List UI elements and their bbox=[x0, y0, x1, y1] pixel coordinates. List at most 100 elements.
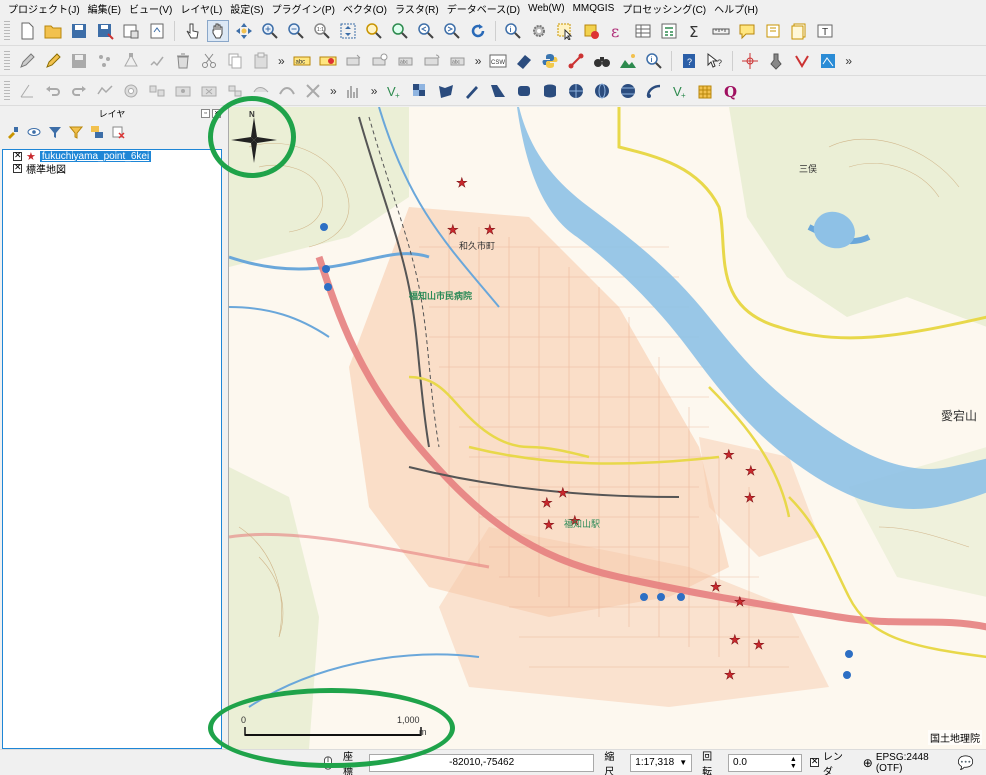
current-edits-button[interactable] bbox=[16, 50, 38, 72]
copy-features-button[interactable] bbox=[224, 50, 246, 72]
zoom-next-button[interactable] bbox=[441, 20, 463, 42]
refresh-button[interactable] bbox=[467, 20, 489, 42]
reshape-button[interactable] bbox=[250, 80, 272, 102]
rotate-label-button[interactable] bbox=[421, 50, 443, 72]
change-label-button[interactable]: abc bbox=[447, 50, 469, 72]
zoom-to-layer-button[interactable] bbox=[389, 20, 411, 42]
crs-label[interactable]: EPSG:2448 (OTF) bbox=[876, 752, 958, 774]
chevron-down-icon[interactable]: ▼ bbox=[679, 758, 687, 767]
toolbar-overflow-chevron[interactable]: » bbox=[371, 84, 378, 98]
toolbar-overflow-chevron[interactable]: » bbox=[278, 54, 285, 68]
simplify-button[interactable] bbox=[94, 80, 116, 102]
scale-combo[interactable]: 1:17,318 ▼ bbox=[630, 753, 693, 772]
add-part-button[interactable] bbox=[146, 80, 168, 102]
deselect-features-button[interactable] bbox=[580, 20, 602, 42]
menu-help[interactable]: ヘルプ(H) bbox=[710, 1, 762, 16]
layout-manager-button[interactable] bbox=[146, 20, 168, 42]
menu-processing[interactable]: プロセッシング(C) bbox=[618, 1, 710, 16]
add-group-button[interactable] bbox=[25, 123, 43, 141]
save-project-button[interactable] bbox=[68, 20, 90, 42]
coordinate-field[interactable]: -82010,-75462 bbox=[368, 753, 595, 772]
spin-arrows-icon[interactable]: ▲ ▼ bbox=[790, 756, 797, 770]
delete-part-button[interactable] bbox=[224, 80, 246, 102]
add-ring-button[interactable] bbox=[120, 80, 142, 102]
identify-features-button[interactable]: i bbox=[502, 20, 524, 42]
plugin-map-button[interactable] bbox=[817, 50, 839, 72]
save-as-button[interactable] bbox=[94, 20, 116, 42]
python-console-button[interactable] bbox=[539, 50, 561, 72]
expand-all-button[interactable] bbox=[88, 123, 106, 141]
add-raster-layer-button[interactable] bbox=[409, 80, 431, 102]
crs-globe-icon[interactable]: ⊕ bbox=[863, 756, 873, 770]
coordinate-capture-button[interactable] bbox=[739, 50, 761, 72]
pin-labels-button[interactable] bbox=[343, 50, 365, 72]
add-spatialite-button[interactable] bbox=[487, 80, 509, 102]
redo-button[interactable] bbox=[68, 80, 90, 102]
find-button[interactable] bbox=[591, 50, 613, 72]
diagram-tool-button[interactable] bbox=[317, 50, 339, 72]
move-label-button[interactable]: abc bbox=[395, 50, 417, 72]
menu-web[interactable]: Web(W) bbox=[524, 3, 568, 14]
rotation-spinbox[interactable]: 0.0 ▲ ▼ bbox=[728, 753, 802, 772]
close-panel-icon[interactable]: × bbox=[212, 109, 221, 118]
processing-model-button[interactable] bbox=[565, 50, 587, 72]
new-project-button[interactable] bbox=[16, 20, 38, 42]
map-tips-button[interactable] bbox=[736, 20, 758, 42]
add-wms-button[interactable] bbox=[565, 80, 587, 102]
layer-visibility-checkbox[interactable] bbox=[13, 162, 22, 173]
data-source-manager-button[interactable] bbox=[695, 80, 717, 102]
delete-selected-button[interactable] bbox=[172, 50, 194, 72]
filter-legend-button[interactable] bbox=[46, 123, 64, 141]
pan-map-button[interactable] bbox=[207, 19, 229, 42]
zoom-last-button[interactable] bbox=[415, 20, 437, 42]
add-wfs-button[interactable] bbox=[617, 80, 639, 102]
zoom-to-selection-button[interactable] bbox=[363, 20, 385, 42]
show-bookmarks-button[interactable] bbox=[788, 20, 810, 42]
rotate-feature-button[interactable] bbox=[16, 80, 38, 102]
zoom-in-button[interactable] bbox=[259, 20, 281, 42]
split-features-button[interactable] bbox=[302, 80, 324, 102]
menu-raster[interactable]: ラスタ(R) bbox=[391, 1, 443, 16]
toolbar-overflow-chevron[interactable]: » bbox=[475, 54, 482, 68]
select-features-button[interactable] bbox=[554, 20, 576, 42]
toolbar-grip[interactable] bbox=[4, 50, 10, 71]
layer-item-basemap[interactable]: 標準地図 bbox=[3, 162, 221, 176]
modify-attributes-button[interactable] bbox=[146, 50, 168, 72]
add-delimited-text-button[interactable] bbox=[461, 80, 483, 102]
coordinate-toggle-button[interactable] bbox=[319, 754, 337, 772]
toolbar-overflow-chevron[interactable]: » bbox=[330, 84, 337, 98]
offset-curve-button[interactable] bbox=[276, 80, 298, 102]
add-xyz-button[interactable] bbox=[643, 80, 665, 102]
help-button[interactable]: ? bbox=[678, 50, 700, 72]
add-wcs-button[interactable] bbox=[591, 80, 613, 102]
add-mesh-layer-button[interactable] bbox=[435, 80, 457, 102]
float-panel-icon[interactable]: ▫ bbox=[201, 109, 210, 118]
menu-view[interactable]: ビュー(V) bbox=[125, 1, 176, 16]
delete-ring-button[interactable] bbox=[198, 80, 220, 102]
messages-icon[interactable]: 💬 bbox=[958, 755, 974, 771]
new-print-layout-button[interactable] bbox=[120, 20, 142, 42]
remove-layer-button[interactable] bbox=[109, 123, 127, 141]
toolbar-grip[interactable] bbox=[4, 20, 10, 41]
whats-this-button[interactable]: ? bbox=[704, 50, 726, 72]
run-action-button[interactable] bbox=[528, 20, 550, 42]
toolbar-overflow-chevron[interactable]: » bbox=[845, 54, 852, 68]
georeferencer-button[interactable] bbox=[513, 50, 535, 72]
menu-edit[interactable]: 編集(E) bbox=[84, 1, 125, 16]
identify-plugin-button[interactable]: i bbox=[643, 50, 665, 72]
menu-mmqgis[interactable]: MMQGIS bbox=[569, 3, 619, 14]
toggle-editing-button[interactable] bbox=[42, 50, 64, 72]
undo-button[interactable] bbox=[42, 80, 64, 102]
profile-tool-button[interactable] bbox=[617, 50, 639, 72]
attribute-table-button[interactable] bbox=[632, 20, 654, 42]
gps-tool-button[interactable] bbox=[765, 50, 787, 72]
label-tool-button[interactable]: abc bbox=[291, 50, 313, 72]
open-project-button[interactable] bbox=[42, 20, 64, 42]
add-feature-button[interactable] bbox=[94, 50, 116, 72]
toolbar-grip[interactable] bbox=[4, 80, 10, 101]
menu-settings[interactable]: 設定(S) bbox=[226, 1, 267, 16]
zoom-full-button[interactable] bbox=[337, 20, 359, 42]
expression-select-button[interactable]: ε bbox=[606, 20, 628, 42]
menu-vector[interactable]: ベクタ(O) bbox=[339, 1, 391, 16]
csw-button[interactable]: CSW bbox=[487, 50, 509, 72]
